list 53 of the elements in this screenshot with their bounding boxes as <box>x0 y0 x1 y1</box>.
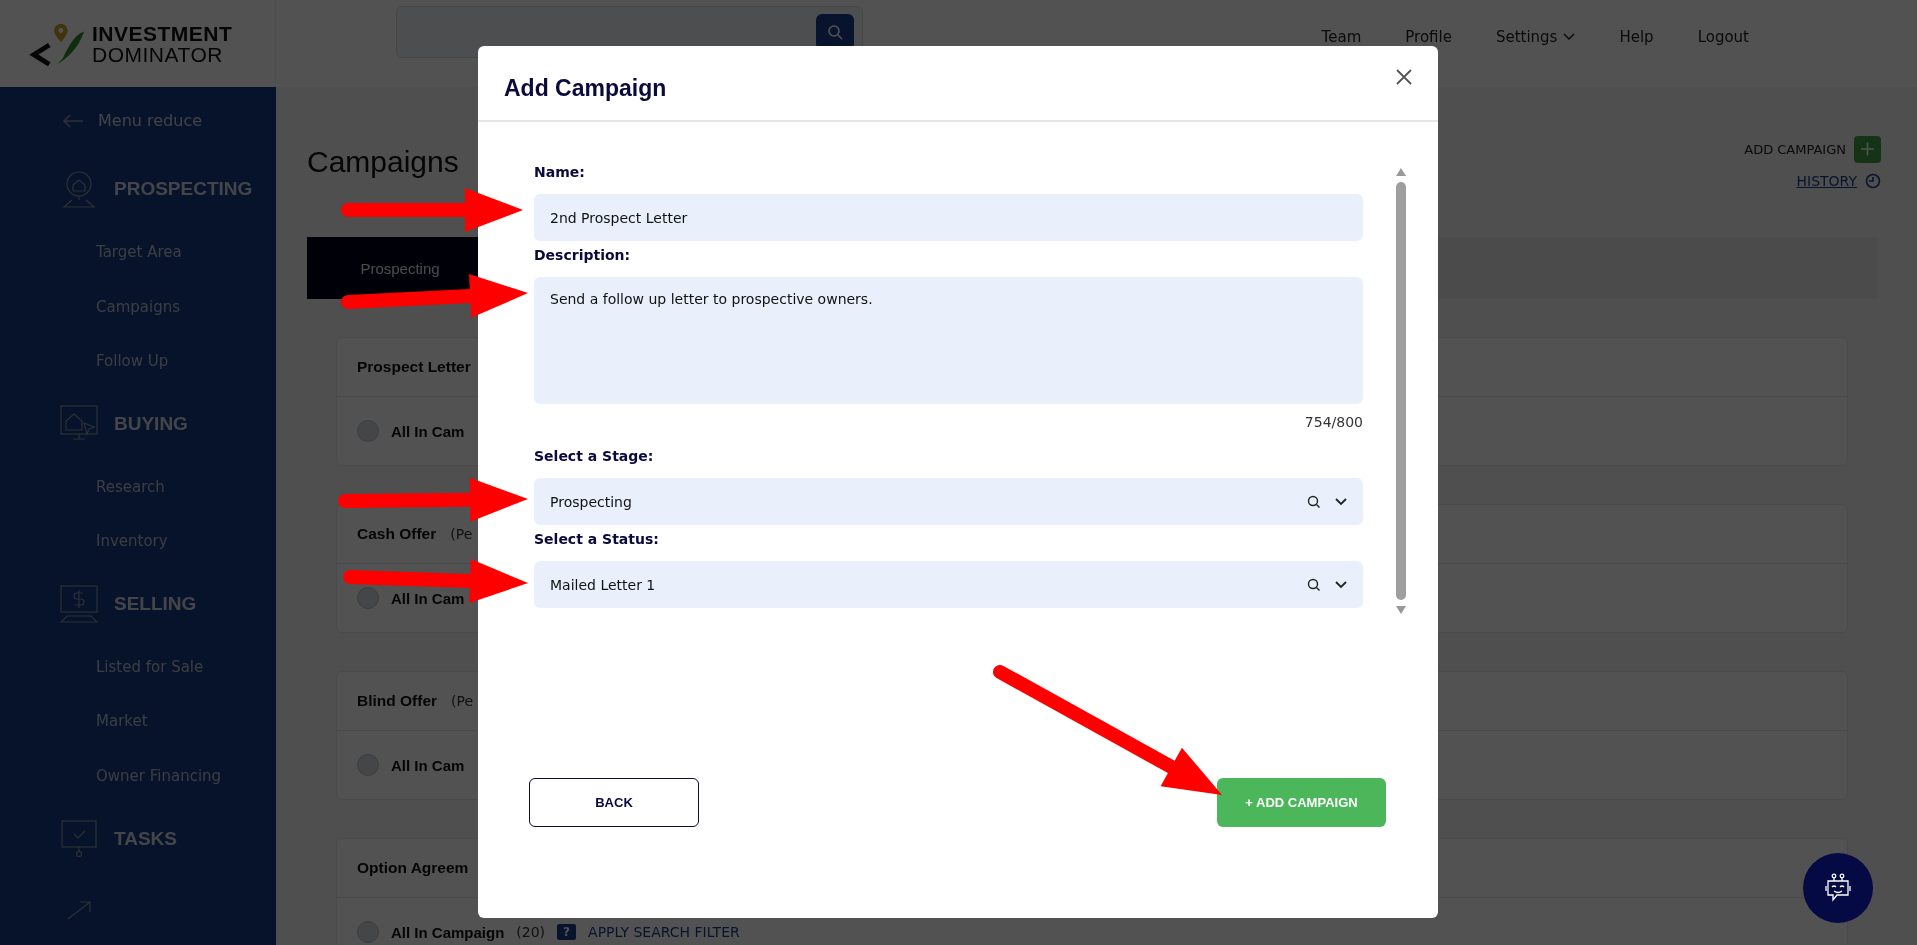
nav-link[interactable]: Settings <box>1495 27 1576 46</box>
field-label: Description: <box>534 247 632 265</box>
field-label: Select a Stage: <box>534 448 655 466</box>
card-subtitle: (Pe <box>450 526 473 542</box>
logo-wordmark: DOMINATOR <box>92 43 224 65</box>
arrow-left-icon <box>62 113 84 128</box>
help-badge[interactable]: ? <box>557 924 577 940</box>
monitor-dollar-icon <box>60 585 98 624</box>
card-subtitle: (Pe <box>451 693 474 709</box>
add-campaign-label[interactable]: ADD CAMPAIGN <box>1744 141 1846 157</box>
history-link[interactable]: HISTORY <box>1796 172 1857 189</box>
chevron-down-icon <box>1563 32 1576 41</box>
plus-icon <box>1860 141 1875 157</box>
radio-label: All In Cam <box>391 422 465 440</box>
radio-label: All In Cam <box>391 756 465 774</box>
search-icon <box>1307 577 1321 592</box>
card-title: Option Agreem <box>357 859 469 877</box>
nav-link[interactable]: Team <box>1321 27 1362 46</box>
card-title: Prospect Letter <box>357 358 471 376</box>
back-button[interactable]: BACK <box>529 778 699 827</box>
radio-label: All In Campaign <box>391 923 505 941</box>
chevron-down-icon <box>1335 497 1347 506</box>
card-title: Blind Offer <box>357 692 438 710</box>
field-label: Name: <box>534 164 586 182</box>
radio-button[interactable] <box>357 587 379 609</box>
select-field[interactable]: Mailed Letter 1 <box>534 561 1363 608</box>
add-campaign-button[interactable]: + ADD CAMPAIGN <box>1217 778 1386 827</box>
page-title: Campaigns <box>307 145 459 179</box>
count-label: (20) <box>516 924 546 940</box>
character-counter: 754/800 <box>1304 414 1363 432</box>
nav-link[interactable]: Logout <box>1697 27 1749 46</box>
map-pin-house-icon <box>60 170 98 209</box>
nav-link[interactable]: Profile <box>1405 27 1452 46</box>
nav-link[interactable]: Help <box>1619 27 1654 46</box>
robot-chat-icon <box>1823 873 1853 903</box>
search-icon <box>1307 494 1321 509</box>
scroll-down-icon <box>1396 606 1406 614</box>
radio-label: All In Cam <box>391 589 465 607</box>
add-button[interactable] <box>1854 135 1881 163</box>
search-icon <box>827 23 843 40</box>
chevron-down-icon <box>1335 580 1347 589</box>
clock-icon <box>1865 172 1881 189</box>
logo-wordmark: INVESTMENT <box>92 22 233 44</box>
dialog-title: Add Campaign <box>504 74 667 102</box>
apply-filter-link[interactable]: APPLY SEARCH FILTER <box>588 924 740 940</box>
select-field[interactable]: Prospecting <box>534 478 1363 525</box>
name-input[interactable]: 2nd Prospect Letter <box>534 194 1363 241</box>
description-textarea[interactable]: Send a follow up letter to prospective owners. <box>534 277 1363 404</box>
card-title: Cash Offer <box>357 525 437 543</box>
scroll-up-icon <box>1396 168 1406 176</box>
field-label: Select a Status: <box>534 531 660 549</box>
close-icon <box>1396 69 1412 85</box>
board-check-icon <box>60 819 98 858</box>
